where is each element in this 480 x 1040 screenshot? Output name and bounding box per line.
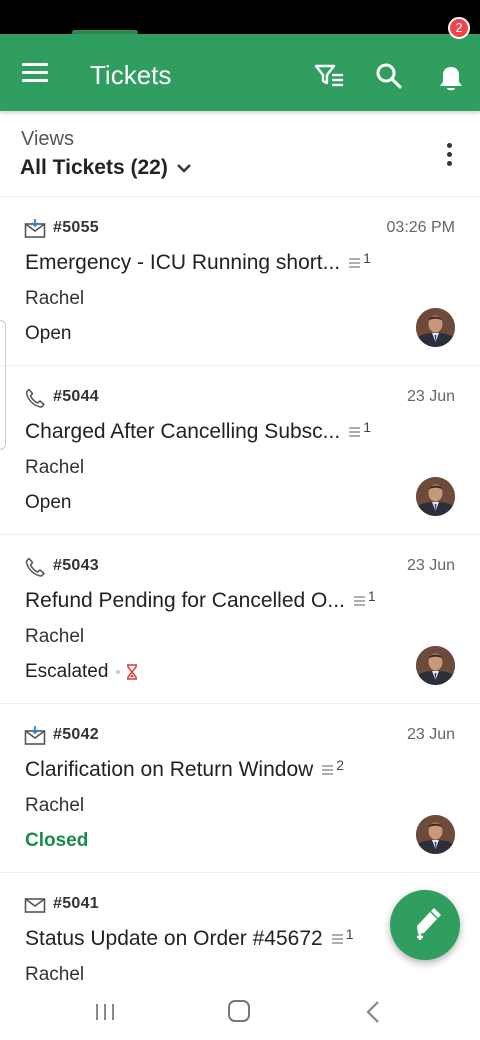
ticket-row[interactable]: #5043 23 Jun Refund Pending for Cancelle… [0, 535, 480, 704]
home-icon[interactable] [228, 1000, 250, 1022]
ticket-status-label: Open [25, 323, 72, 344]
app-bar: Tickets [0, 34, 480, 111]
thread-icon [349, 258, 361, 268]
ticket-row[interactable]: #5042 23 Jun Clarification on Return Win… [0, 704, 480, 873]
ticket-requester: Rachel [25, 795, 85, 816]
ticket-subject: Charged After Cancelling Subsc... 1 [25, 419, 371, 444]
ticket-id: #5042 [53, 726, 99, 743]
ticket-date: 23 Jun [406, 557, 455, 574]
ticket-requester: Rachel [25, 964, 85, 985]
ticket-status: Open [25, 323, 71, 345]
thread-count-value: 1 [363, 250, 371, 266]
ticket-id: #5044 [53, 388, 99, 405]
hourglass-icon [127, 664, 138, 680]
ticket-row[interactable]: #5044 23 Jun Charged After Cancelling Su… [0, 366, 480, 535]
thread-count: 1 [353, 588, 376, 608]
email-icon [24, 895, 46, 915]
ticket-status: Escalated [25, 661, 138, 683]
chevron-down-icon [176, 164, 191, 173]
ticket-date: 03:26 PM [386, 219, 455, 236]
ticket-status-label: Open [25, 492, 72, 513]
avatar[interactable] [416, 815, 455, 854]
thread-count-value: 1 [367, 588, 376, 604]
compose-ticket-icon [417, 908, 441, 940]
ticket-id: #5041 [53, 895, 99, 912]
avatar[interactable] [416, 477, 455, 516]
search-icon[interactable] [374, 61, 404, 91]
more-options-icon[interactable] [444, 143, 456, 167]
system-nav-bar [0, 988, 480, 1040]
ticket-subject-text: Status Update on Order #45672 [25, 927, 323, 950]
ticket-date: 23 Jun [406, 726, 455, 743]
views-caption: Views [21, 128, 74, 150]
thread-count: 1 [348, 419, 371, 439]
thread-count: 1 [331, 926, 354, 946]
ticket-status: Open [25, 492, 71, 514]
views-dropdown[interactable]: All Tickets (22) [20, 156, 192, 180]
views-header: Views All Tickets (22) [0, 111, 480, 197]
ticket-status: Closed [25, 830, 88, 852]
ticket-subject-text: Clarification on Return Window [25, 758, 314, 781]
thread-count-value: 2 [336, 757, 345, 773]
thread-count-value: 1 [345, 926, 354, 942]
ticket-status-label: Closed [25, 830, 89, 851]
thread-icon [353, 596, 365, 606]
ticket-id: #5043 [53, 557, 99, 574]
page-title: Tickets [90, 60, 172, 90]
back-icon[interactable] [364, 1000, 382, 1024]
email-in-icon [24, 726, 46, 746]
new-ticket-button[interactable] [390, 890, 460, 960]
phone-icon [24, 557, 46, 577]
filter-icon[interactable] [314, 62, 346, 88]
views-selected-label: All Tickets (22) [20, 156, 168, 179]
ticket-subject-text: Refund Pending for Cancelled O... [25, 589, 345, 612]
avatar[interactable] [416, 308, 455, 347]
thread-count: 1 [348, 250, 371, 270]
ticket-subject-text: Charged After Cancelling Subsc... [25, 420, 341, 443]
ticket-subject: Refund Pending for Cancelled O... 1 [25, 588, 376, 613]
thread-icon [331, 934, 343, 944]
thread-count: 2 [321, 757, 344, 777]
avatar[interactable] [416, 646, 455, 685]
ticket-status-label: Escalated [25, 661, 109, 682]
ticket-requester: Rachel [25, 626, 85, 647]
recents-icon[interactable] [94, 1002, 116, 1022]
ticket-id: #5055 [53, 219, 99, 236]
ticket-requester: Rachel [25, 288, 85, 309]
email-in-icon [24, 219, 46, 239]
ticket-subject-text: Emergency - ICU Running short... [25, 251, 341, 274]
thread-icon [322, 765, 334, 775]
status-bar [0, 0, 480, 34]
thread-count-value: 1 [363, 419, 371, 435]
thread-icon [349, 427, 361, 437]
ticket-date: 23 Jun [406, 388, 455, 405]
notification-badge: 2 [448, 17, 470, 39]
menu-icon[interactable] [22, 63, 48, 83]
ticket-row[interactable]: #5055 03:26 PM Emergency - ICU Running s… [0, 197, 480, 366]
ticket-subject: Status Update on Order #45672 1 [25, 926, 354, 951]
notification-bell-icon[interactable] [434, 60, 468, 94]
separator-dot [116, 670, 121, 674]
phone-icon [24, 388, 46, 408]
ticket-requester: Rachel [25, 457, 85, 478]
ticket-subject: Emergency - ICU Running short... 1 [25, 250, 371, 275]
ticket-subject: Clarification on Return Window 2 [25, 757, 344, 782]
